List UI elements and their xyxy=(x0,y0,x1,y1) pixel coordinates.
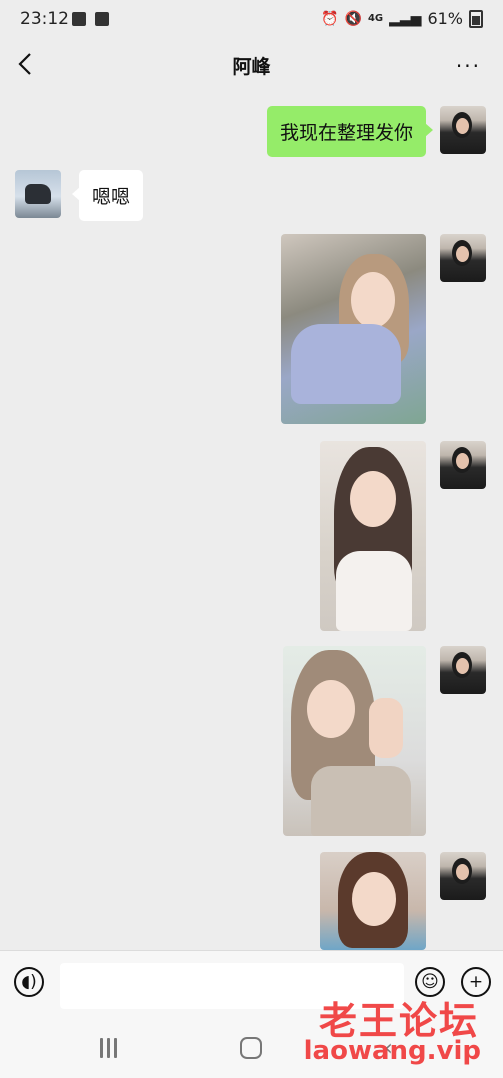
image-message[interactable] xyxy=(320,441,426,631)
home-icon[interactable] xyxy=(240,1037,262,1059)
battery-icon xyxy=(469,9,483,28)
voice-input-icon[interactable]: ◖) xyxy=(14,967,44,997)
self-avatar[interactable] xyxy=(440,106,486,154)
status-time: 23:12 xyxy=(20,9,69,29)
image-message[interactable] xyxy=(320,852,426,950)
status-bar: 23:12 ⏰ 🔇 4G ▂▃▅ 61% xyxy=(0,0,503,40)
network-type: 4G xyxy=(367,13,384,24)
contact-avatar[interactable] xyxy=(15,170,61,218)
recent-apps-icon[interactable] xyxy=(100,1038,122,1058)
alarm-icon: ⏰ xyxy=(321,10,339,27)
message-text: 我现在整理发你 xyxy=(279,122,413,144)
chat-title: 阿峰 xyxy=(232,56,271,78)
self-avatar[interactable] xyxy=(440,441,486,489)
mute-icon: 🔇 xyxy=(344,10,362,27)
self-avatar[interactable] xyxy=(440,234,486,282)
gallery-icon xyxy=(72,12,86,26)
watermark-url: laowang.vip xyxy=(303,1036,481,1066)
battery-percent: 61% xyxy=(427,9,463,28)
signal-icon: ▂▃▅ xyxy=(389,10,422,27)
image-message[interactable] xyxy=(281,234,426,424)
message-bubble-outgoing[interactable]: 我现在整理发你 xyxy=(266,106,434,157)
message-text: 嗯嗯 xyxy=(92,186,131,208)
self-avatar[interactable] xyxy=(440,646,486,694)
self-avatar[interactable] xyxy=(440,852,486,900)
checkbox-icon xyxy=(95,12,109,26)
more-options-icon[interactable]: ··· xyxy=(456,54,481,78)
image-message[interactable] xyxy=(283,646,426,836)
message-bubble-incoming[interactable]: 嗯嗯 xyxy=(71,170,144,221)
chat-header: 阿峰 ··· xyxy=(0,40,503,92)
status-indicators: ⏰ 🔇 4G ▂▃▅ 61% xyxy=(321,9,483,28)
